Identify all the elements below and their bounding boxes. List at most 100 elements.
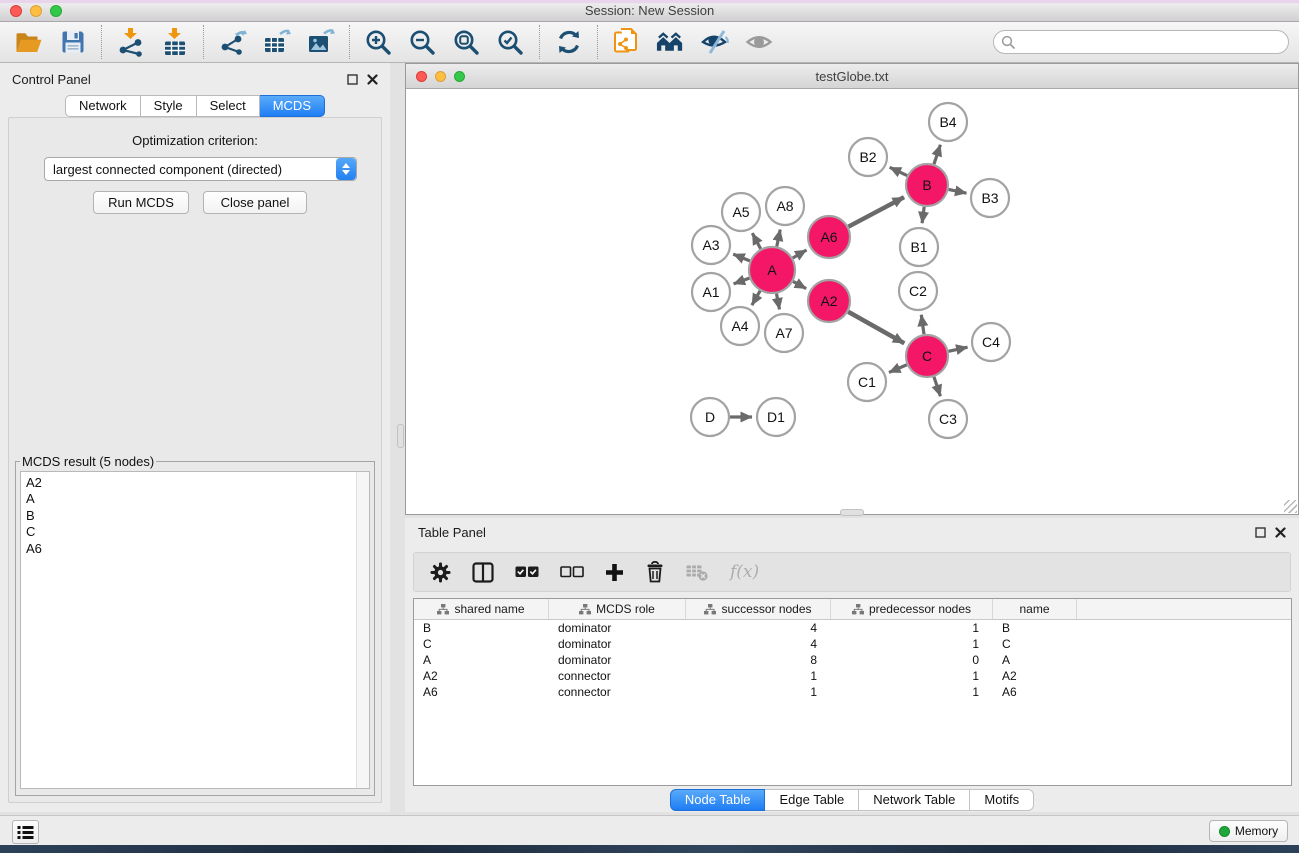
gear-icon[interactable] [430,562,451,583]
edge-A-A1[interactable] [734,278,750,284]
tab-network-table[interactable]: Network Table [859,789,970,811]
table-row[interactable]: Adominator80A [414,652,1291,668]
float-panel-icon[interactable] [347,74,358,85]
column-header-name[interactable]: name [993,599,1077,619]
result-list-scrollbar[interactable] [356,472,369,788]
column-header-predecessor-nodes[interactable]: predecessor nodes [831,599,993,619]
import-table-icon[interactable] [159,27,190,58]
edge-C-C3[interactable] [934,377,940,396]
close-panel-icon[interactable] [367,74,378,85]
show-all-icon[interactable] [743,27,774,58]
edge-A-A7[interactable] [776,294,779,310]
edge-A-A2[interactable] [793,281,806,288]
hide-selected-icon[interactable] [699,27,730,58]
table-row[interactable]: A2connector11A2 [414,668,1291,684]
close-panel-icon[interactable] [1275,527,1286,538]
node-A2[interactable]: A2 [808,280,850,322]
zoom-out-icon[interactable] [407,27,438,58]
node-C3[interactable]: C3 [929,400,967,438]
edge-A-A8[interactable] [777,230,780,247]
delete-column-icon[interactable] [645,561,665,583]
select-all-icon[interactable] [515,566,539,578]
mcds-result-list[interactable]: A2ABCA6 [20,471,370,789]
node-B[interactable]: B [906,164,948,206]
task-history-button[interactable] [12,820,39,844]
node-C1[interactable]: C1 [848,363,886,401]
edge-C-C1[interactable] [889,365,907,373]
export-table-icon[interactable] [261,27,292,58]
node-A6[interactable]: A6 [808,216,850,258]
vertical-split-grip[interactable] [397,424,404,448]
open-folder-icon[interactable] [13,27,44,58]
edge-B-B3[interactable] [949,189,967,193]
edge-A2-C[interactable] [848,312,904,344]
export-image-icon[interactable] [305,27,336,58]
zoom-fit-icon[interactable] [451,27,482,58]
edge-A-A6[interactable] [793,250,807,258]
node-C2[interactable]: C2 [899,272,937,310]
node-C4[interactable]: C4 [972,323,1010,361]
add-column-icon[interactable] [605,563,624,582]
tab-style[interactable]: Style [141,95,197,117]
result-list-item[interactable]: B [21,508,369,524]
tab-edge-table[interactable]: Edge Table [765,789,859,811]
memory-button[interactable]: Memory [1209,820,1288,842]
zoom-selected-icon[interactable] [495,27,526,58]
edge-C-C4[interactable] [948,347,967,351]
delete-table-icon[interactable] [686,564,709,581]
node-A1[interactable]: A1 [692,273,730,311]
node-B4[interactable]: B4 [929,103,967,141]
node-A3[interactable]: A3 [692,226,730,264]
node-A[interactable]: A [749,247,795,293]
node-B3[interactable]: B3 [971,179,1009,217]
node-D1[interactable]: D1 [757,398,795,436]
result-list-item[interactable]: A2 [21,472,369,491]
result-list-item[interactable]: C [21,524,369,540]
node-C[interactable]: C [906,335,948,377]
edge-B-B4[interactable] [934,145,940,164]
refresh-icon[interactable] [553,27,584,58]
tab-network[interactable]: Network [65,95,141,117]
edge-C-C2[interactable] [921,315,924,334]
column-header-successor-nodes[interactable]: successor nodes [686,599,831,619]
deselect-all-icon[interactable] [560,566,584,578]
close-panel-button[interactable]: Close panel [203,191,307,214]
table-row[interactable]: Cdominator41C [414,636,1291,652]
edge-A-A5[interactable] [752,233,760,249]
edge-B-B2[interactable] [890,167,907,175]
function-builder-icon[interactable]: f(x) [730,562,759,582]
float-panel-icon[interactable] [1255,527,1266,538]
horizontal-split-grip[interactable] [840,509,864,516]
import-network-icon[interactable] [115,27,146,58]
save-icon[interactable] [57,27,88,58]
first-neighbors-icon[interactable] [655,27,686,58]
run-mcds-button[interactable]: Run MCDS [93,191,189,214]
node-D[interactable]: D [691,398,729,436]
columns-icon[interactable] [472,562,494,583]
tab-motifs[interactable]: Motifs [970,789,1034,811]
node-A7[interactable]: A7 [765,314,803,352]
table-row[interactable]: Bdominator41B [414,620,1291,636]
tab-mcds[interactable]: MCDS [260,95,325,117]
node-table[interactable]: shared nameMCDS rolesuccessor nodesprede… [413,598,1292,786]
node-A8[interactable]: A8 [766,187,804,225]
result-list-item[interactable]: A6 [21,541,369,557]
search-field[interactable] [993,30,1289,54]
tab-select[interactable]: Select [197,95,260,117]
node-B2[interactable]: B2 [849,138,887,176]
column-header-shared-name[interactable]: shared name [414,599,549,619]
node-A4[interactable]: A4 [721,307,759,345]
edge-A-A4[interactable] [752,291,760,305]
window-resize-grip[interactable] [1284,500,1297,513]
edge-B-B1[interactable] [922,207,924,223]
network-canvas[interactable]: B4 B2 B B3 A5A8A6 A3 B1 A A1 C2 A2 A4A7 C C4 C1 C3 D D1 [406,89,1298,514]
export-network-icon[interactable] [217,27,248,58]
node-B1[interactable]: B1 [900,228,938,266]
search-input[interactable] [1020,35,1288,50]
node-A5[interactable]: A5 [722,193,760,231]
result-list-item[interactable]: A [21,491,369,507]
criterion-dropdown[interactable]: largest connected component (directed) [44,157,357,181]
zoom-in-icon[interactable] [363,27,394,58]
tab-node-table[interactable]: Node Table [670,789,766,811]
edge-A-A3[interactable] [733,254,750,261]
